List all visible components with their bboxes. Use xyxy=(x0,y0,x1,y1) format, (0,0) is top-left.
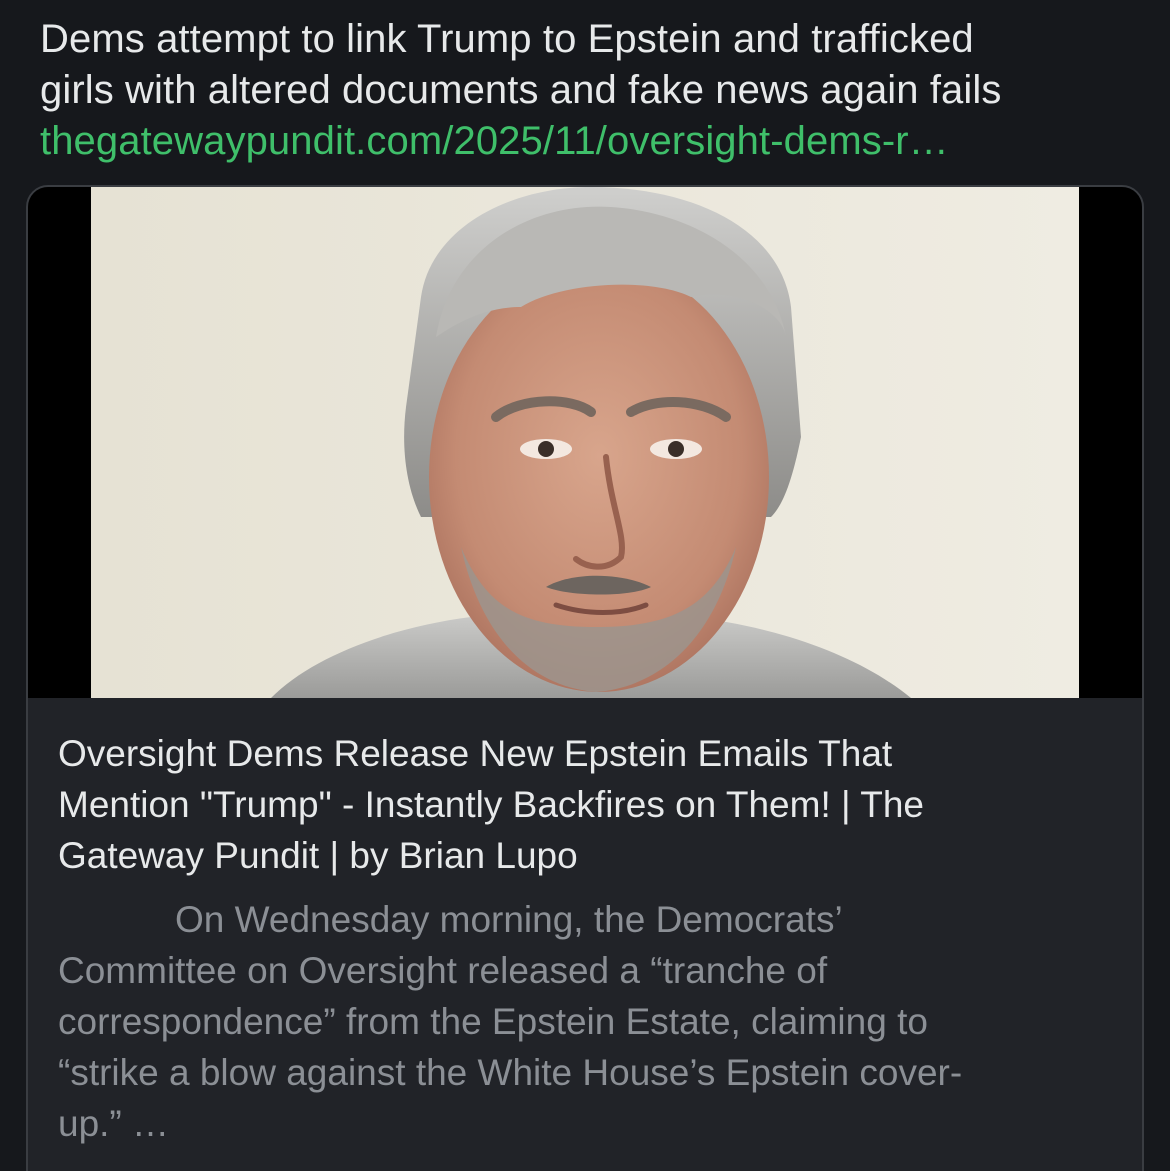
portrait-photo xyxy=(91,187,1079,698)
post-link[interactable]: thegatewaypundit.com/2025/11/oversight-d… xyxy=(40,116,1140,167)
card-title-line: Mention "Trump" - Instantly Backfires on… xyxy=(58,784,924,825)
post: Dems attempt to link Trump to Epstein an… xyxy=(0,0,1170,1171)
card-title-line: Gateway Pundit | by Brian Lupo xyxy=(58,835,578,876)
link-preview-card[interactable]: Oversight Dems Release New Epstein Email… xyxy=(26,185,1144,1171)
card-description-line: correspondence” from the Epstein Estate,… xyxy=(58,1001,928,1042)
card-title-line: Oversight Dems Release New Epstein Email… xyxy=(58,733,893,774)
card-description-line: On Wednesday morning, the Democrats’ xyxy=(175,899,843,940)
card-description: On Wednesday morning, the Democrats’ Com… xyxy=(58,894,1118,1149)
card-description-line: up.” … xyxy=(58,1103,170,1144)
card-image[interactable] xyxy=(28,187,1142,698)
post-text-line: girls with altered documents and fake ne… xyxy=(40,68,1002,112)
card-title: Oversight Dems Release New Epstein Email… xyxy=(58,728,1118,881)
card-description-line: “strike a blow against the White House’s… xyxy=(58,1052,963,1093)
card-description-line: Committee on Oversight released a “tranc… xyxy=(58,950,828,991)
card-body: Oversight Dems Release New Epstein Email… xyxy=(28,698,1142,1171)
post-text: Dems attempt to link Trump to Epstein an… xyxy=(40,14,1140,167)
post-text-line: Dems attempt to link Trump to Epstein an… xyxy=(40,17,974,61)
